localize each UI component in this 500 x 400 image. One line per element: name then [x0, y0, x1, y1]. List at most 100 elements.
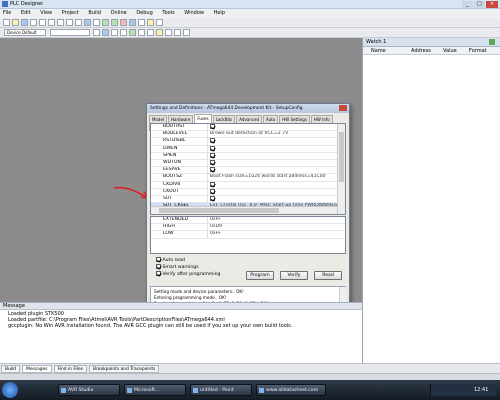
- fuse-checkbox[interactable]: [210, 196, 215, 201]
- verify-button[interactable]: Verify: [280, 271, 308, 280]
- scroll-thumb[interactable]: [339, 132, 344, 182]
- options-icon[interactable]: [156, 29, 163, 36]
- taskbar-item-paint[interactable]: untitled - Paint: [190, 384, 252, 396]
- zoom-icon[interactable]: [165, 29, 172, 36]
- tab-hw-info[interactable]: HW Info: [310, 115, 333, 123]
- clock[interactable]: 12:41: [474, 384, 488, 396]
- watch-icon[interactable]: [156, 19, 163, 26]
- tab-messages[interactable]: Messages: [22, 365, 52, 373]
- auto-read-checkbox[interactable]: [156, 257, 161, 262]
- tab-find-in-files[interactable]: Find in Files: [53, 365, 87, 373]
- register-value[interactable]: 0xFF: [207, 231, 337, 238]
- fuse-checkbox[interactable]: [210, 160, 215, 165]
- taskbar-item-browser[interactable]: Microsoft...: [124, 384, 186, 396]
- close-button[interactable]: ×: [486, 1, 498, 8]
- paste-icon[interactable]: [57, 19, 64, 26]
- fuse-checkbox[interactable]: [210, 145, 215, 151]
- hscroll-thumb[interactable]: [159, 208, 279, 213]
- menu-edit[interactable]: Edit: [21, 9, 31, 18]
- fuse-checkbox[interactable]: [210, 188, 215, 194]
- register-value[interactable]: 0xFF: [207, 217, 337, 224]
- fuse-row[interactable]: BOOTSZ Boot Flash size=1024 words start a…: [151, 174, 337, 182]
- taskbar-item-avr-studio[interactable]: AVR Studio: [58, 384, 120, 396]
- config-combo[interactable]: [50, 29, 90, 36]
- menu-view[interactable]: View: [40, 9, 52, 18]
- fuse-row[interactable]: BODLEVEL Brown-out detection at VCC=2.7V: [151, 131, 337, 139]
- tab-auto-1[interactable]: Auto: [262, 115, 279, 123]
- verify-checkbox[interactable]: [156, 271, 161, 276]
- menu-tools[interactable]: Tools: [162, 9, 174, 18]
- taskbar-item-datasheet[interactable]: www.alldatasheet.com: [256, 384, 326, 396]
- read-button[interactable]: Read: [314, 271, 342, 280]
- trace-icon[interactable]: [147, 29, 154, 36]
- tab-build[interactable]: Build: [1, 365, 21, 373]
- minimize-button[interactable]: _: [462, 1, 473, 8]
- fuse-row[interactable]: SPIEN: [151, 152, 337, 161]
- tab-lockbits[interactable]: LockBits: [212, 115, 236, 123]
- fuse-value[interactable]: Brown-out detection at VCC=2.7V: [207, 131, 337, 138]
- program-chip-icon[interactable]: [102, 29, 109, 36]
- start-button[interactable]: [2, 382, 18, 398]
- menu-file[interactable]: File: [3, 9, 11, 18]
- stop-icon[interactable]: [120, 19, 127, 26]
- open-folder-icon[interactable]: [12, 19, 19, 26]
- menu-debug[interactable]: Debug: [136, 9, 152, 18]
- redo-icon[interactable]: [75, 19, 82, 26]
- save-icon[interactable]: [21, 19, 28, 26]
- register-icon[interactable]: [120, 29, 127, 36]
- fuse-row[interactable]: RSTDISBL: [151, 138, 337, 146]
- fuse-checkbox[interactable]: [210, 124, 215, 129]
- watch-col-format[interactable]: Format: [469, 47, 487, 55]
- fuse-value[interactable]: Boot Flash size=1024 words start address…: [207, 174, 337, 181]
- fuse-checkbox[interactable]: [210, 152, 215, 158]
- fuse-grid-vertical-scrollbar[interactable]: [337, 124, 345, 214]
- fuse-grid-horizontal-scrollbar[interactable]: [151, 206, 337, 214]
- watch-close-icon[interactable]: [489, 39, 495, 45]
- memory-icon[interactable]: [111, 29, 118, 36]
- fuse-row[interactable]: CKOUT: [151, 188, 337, 197]
- cut-icon[interactable]: [39, 19, 46, 26]
- layout-icon[interactable]: [174, 29, 181, 36]
- fuse-row[interactable]: CKDIV8: [151, 181, 337, 190]
- fuse-checkbox[interactable]: [210, 138, 215, 144]
- watch-col-name[interactable]: Name: [371, 47, 386, 55]
- find-icon[interactable]: [84, 19, 91, 26]
- fuse-checkbox[interactable]: [210, 181, 215, 187]
- undo-icon[interactable]: [66, 19, 73, 26]
- menu-help[interactable]: Help: [214, 9, 225, 18]
- maximize-button[interactable]: □: [474, 1, 485, 8]
- tab-hw-settings[interactable]: HW Settings: [279, 115, 310, 123]
- connect-icon[interactable]: [93, 29, 100, 36]
- tab-fuses[interactable]: Fuses: [194, 114, 212, 123]
- step-icon[interactable]: [138, 19, 145, 26]
- watch-col-value[interactable]: Value: [443, 47, 457, 55]
- fuse-row[interactable]: BOOTRST: [151, 124, 337, 132]
- tab-breakpoints[interactable]: Breakpoints and Tracepoints: [89, 365, 160, 373]
- run-icon[interactable]: [129, 19, 136, 26]
- window-icon[interactable]: [183, 29, 190, 36]
- option-verify[interactable]: Verify after programming: [156, 271, 220, 278]
- bookmark-icon[interactable]: [93, 19, 100, 26]
- tab-hardware[interactable]: Hardware: [168, 115, 194, 123]
- print-icon[interactable]: [30, 19, 37, 26]
- build-icon[interactable]: [102, 19, 109, 26]
- watch-col-address[interactable]: Address: [411, 47, 431, 55]
- option-smart-warnings[interactable]: Smart warnings: [156, 264, 199, 271]
- rebuild-icon[interactable]: [111, 19, 118, 26]
- dialog-close-icon[interactable]: [339, 105, 347, 111]
- device-combo[interactable]: Device Default: [4, 29, 46, 36]
- disassembly-icon[interactable]: [138, 29, 145, 36]
- menu-build[interactable]: Build: [88, 9, 101, 18]
- menu-window[interactable]: Window: [184, 9, 204, 18]
- fuse-row[interactable]: DWEN: [151, 145, 337, 154]
- fuse-row[interactable]: EESAVE: [151, 167, 337, 175]
- fuse-row[interactable]: SUT: [151, 196, 337, 204]
- tab-advanced[interactable]: Advanced: [236, 115, 262, 123]
- program-button[interactable]: Program: [246, 271, 274, 280]
- tab-model[interactable]: Model: [149, 115, 168, 123]
- io-view-icon[interactable]: [129, 29, 136, 36]
- smart-warnings-checkbox[interactable]: [156, 264, 161, 269]
- fuse-checkbox[interactable]: [210, 167, 215, 173]
- dialog-title-bar[interactable]: Settings and Definitions - ATmega644 Dev…: [147, 104, 349, 113]
- new-file-icon[interactable]: [3, 19, 10, 26]
